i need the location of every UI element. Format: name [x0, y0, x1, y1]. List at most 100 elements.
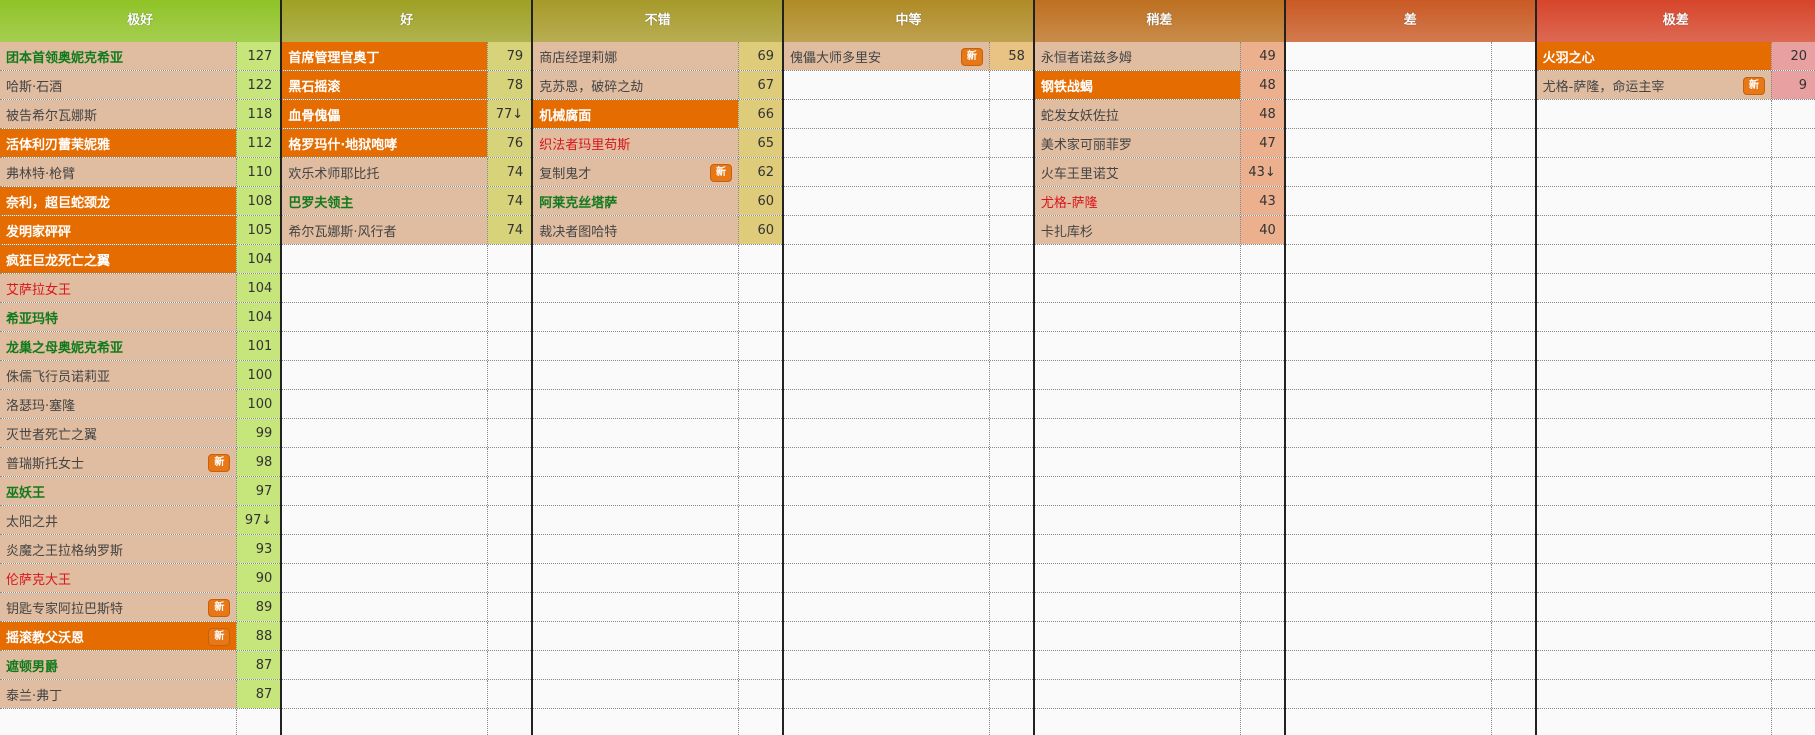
card-row[interactable]: 希亚玛特 104 [0, 303, 281, 332]
card-row[interactable]: 活体利刃蕾茉妮雅 112 [0, 129, 281, 158]
card-name: 织法者玛里苟斯 [533, 129, 739, 157]
card-row[interactable]: 织法者玛里苟斯 65 [533, 129, 783, 158]
card-score [1490, 42, 1535, 70]
card-name [784, 506, 989, 534]
card-name [533, 419, 739, 447]
card-row[interactable]: 首席管理官奥丁 79 [282, 42, 532, 71]
card-row[interactable]: 遮顿男爵 87 [0, 651, 281, 680]
card-row[interactable]: 伦萨克大王 90 [0, 564, 281, 593]
card-row[interactable]: 疯狂巨龙死亡之翼 104 [0, 245, 281, 274]
card-name-text: 哈斯·石酒 [6, 79, 63, 95]
card-row[interactable]: 火车王里诺艾 43↓ [1034, 158, 1284, 187]
card-name [784, 419, 989, 447]
new-badge: 新 [208, 454, 231, 472]
card-name [1034, 535, 1240, 563]
card-row[interactable]: 哈斯·石酒 122 [0, 71, 281, 100]
card-name-text: 织法者玛里苟斯 [539, 137, 631, 153]
card-name: 火羽之心 [1536, 42, 1771, 70]
card-row[interactable]: 尤格-萨隆 43 [1034, 187, 1284, 216]
card-score [988, 419, 1033, 447]
card-row[interactable]: 团本首领奥妮克希亚 127 [0, 42, 281, 71]
card-row[interactable]: 弗林特·枪臂 110 [0, 158, 281, 187]
card-score: 9 [1771, 71, 1815, 99]
card-name [533, 564, 739, 592]
card-score: 65 [738, 129, 783, 157]
card-name: 永恒者诺兹多姆 [1034, 42, 1240, 70]
card-score [487, 622, 532, 650]
card-row[interactable]: 阿莱克丝塔萨 60 [533, 187, 783, 216]
card-row[interactable]: 被告希尔瓦娜斯 118 [0, 100, 281, 129]
card-row[interactable]: 黑石摇滚 78 [282, 71, 532, 100]
card-row[interactable]: 钢铁战蝎 48 [1034, 71, 1284, 100]
card-row[interactable]: 摇滚教父沃恩 新 88 [0, 622, 281, 651]
card-name [1536, 564, 1771, 592]
card-name [533, 506, 739, 534]
empty-row [1536, 158, 1815, 187]
card-row[interactable]: 机械腐面 66 [533, 100, 783, 129]
card-row[interactable]: 灭世者死亡之翼 99 [0, 419, 281, 448]
card-row[interactable]: 龙巢之母奥妮克希亚 101 [0, 332, 281, 361]
card-row[interactable]: 商店经理莉娜 69 [533, 42, 783, 71]
card-row[interactable]: 美术家可丽菲罗 47 [1034, 129, 1284, 158]
card-row[interactable]: 格罗玛什·地狱咆哮 76 [282, 129, 532, 158]
card-row[interactable]: 泰兰·弗丁 87 [0, 680, 281, 709]
card-name [1285, 622, 1491, 650]
card-row[interactable]: 火羽之心 20 [1536, 42, 1815, 71]
card-row[interactable]: 洛瑟玛·塞隆 100 [0, 390, 281, 419]
empty-row [282, 419, 532, 448]
card-score: 90 [236, 564, 281, 592]
empty-row [784, 593, 1033, 622]
card-row[interactable]: 永恒者诺兹多姆 49 [1034, 42, 1284, 71]
card-name [533, 477, 739, 505]
card-row[interactable]: 太阳之井 97↓ [0, 506, 281, 535]
card-name [1536, 448, 1771, 476]
card-name [533, 274, 739, 302]
card-score [1239, 651, 1284, 679]
card-score [738, 622, 783, 650]
card-name: 龙巢之母奥妮克希亚 [0, 332, 237, 360]
card-score: 40 [1239, 216, 1284, 244]
card-name: 发明家砰砰 [0, 216, 237, 244]
card-row[interactable]: 蛇发女妖佐拉 48 [1034, 100, 1284, 129]
card-name [1536, 303, 1771, 331]
card-row[interactable]: 巫妖王 97 [0, 477, 281, 506]
card-name [1536, 535, 1771, 563]
card-row[interactable]: 侏儒飞行员诺莉亚 100 [0, 361, 281, 390]
card-row[interactable]: 尤格-萨隆，命运主宰 新 9 [1536, 71, 1815, 100]
empty-row [1536, 361, 1815, 390]
card-row[interactable]: 艾萨拉女王 104 [0, 274, 281, 303]
card-row[interactable]: 钥匙专家阿拉巴斯特 新 89 [0, 593, 281, 622]
card-score: 62 [738, 158, 783, 186]
tier-column-ji_cha: 极差 火羽之心 20 尤格-萨隆，命运主宰 新 9 [1534, 0, 1815, 735]
card-name [1536, 129, 1771, 157]
card-score [1771, 419, 1815, 447]
card-name [1536, 332, 1771, 360]
card-row[interactable]: 炎魔之王拉格纳罗斯 93 [0, 535, 281, 564]
card-row[interactable]: 复制鬼才 新 62 [533, 158, 783, 187]
card-name [784, 651, 989, 679]
card-score [738, 535, 783, 563]
card-name-text: 卡扎库杉 [1040, 224, 1093, 240]
card-row[interactable]: 血骨傀儡 77↓ [282, 100, 532, 129]
card-score [1771, 332, 1815, 360]
card-row[interactable]: 巴罗夫领主 74 [282, 187, 532, 216]
card-row[interactable]: 发明家砰砰 105 [0, 216, 281, 245]
card-row[interactable]: 裁决者图哈特 60 [533, 216, 783, 245]
empty-row [1034, 332, 1284, 361]
card-name [1285, 245, 1491, 273]
empty-row [1034, 622, 1284, 651]
card-row[interactable]: 希尔瓦娜斯·风行者 74 [282, 216, 532, 245]
card-name-text: 火车王里诺艾 [1040, 166, 1119, 182]
card-name [1285, 100, 1491, 128]
card-row[interactable]: 克苏恩，破碎之劫 67 [533, 71, 783, 100]
card-row[interactable]: 傀儡大师多里安 新 58 [784, 42, 1033, 71]
card-row[interactable]: 卡扎库杉 40 [1034, 216, 1284, 245]
card-row[interactable]: 欢乐术师耶比托 74 [282, 158, 532, 187]
card-row[interactable]: 普瑞斯托女士 新 98 [0, 448, 281, 477]
card-score: 98 [236, 448, 281, 476]
card-name: 太阳之井 [0, 506, 237, 534]
empty-row [1034, 593, 1284, 622]
empty-row [1285, 448, 1535, 477]
card-name [1285, 129, 1491, 157]
card-row[interactable]: 奈利，超巨蛇颈龙 108 [0, 187, 281, 216]
